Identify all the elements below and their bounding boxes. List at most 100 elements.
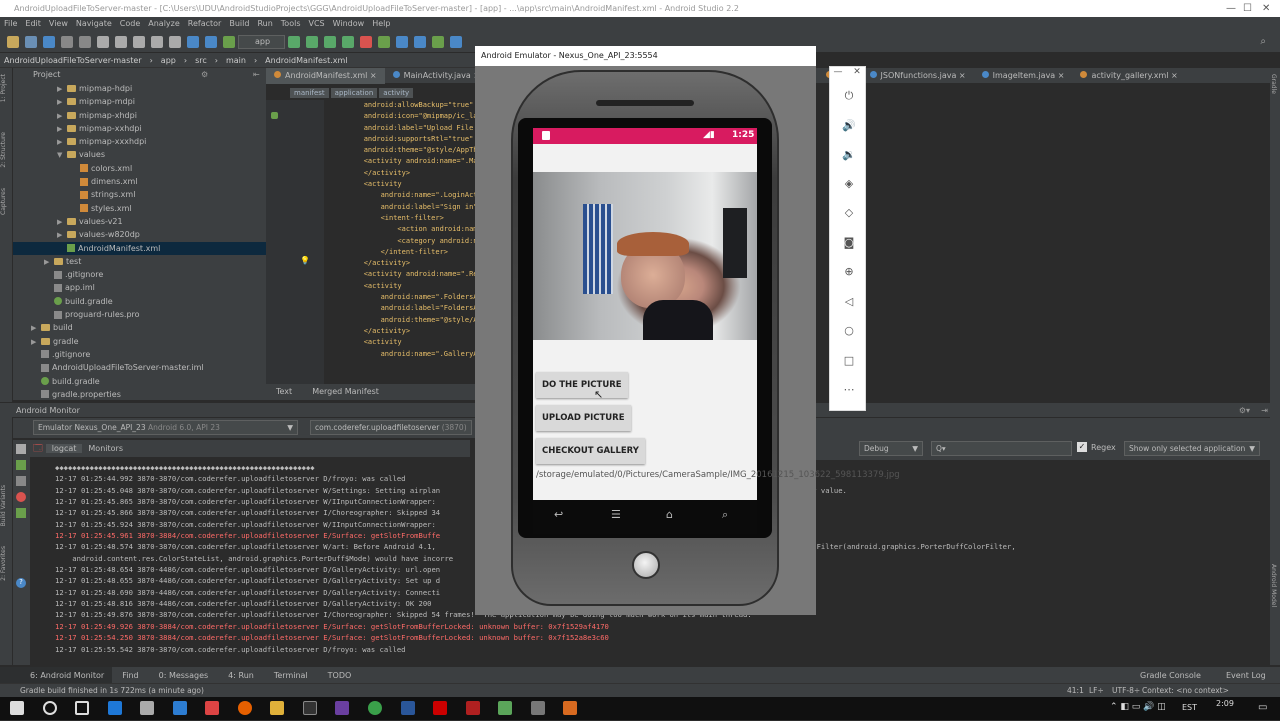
pdf-icon[interactable] — [433, 701, 448, 715]
tree-item[interactable]: ▶ mipmap-hdpi — [13, 82, 266, 95]
record-icon[interactable] — [16, 460, 26, 470]
tab-gradle-console[interactable]: Gradle Console — [1140, 671, 1201, 680]
word-icon[interactable] — [400, 701, 415, 715]
strip-tab-build-variants[interactable]: Build Variants — [0, 485, 7, 526]
tab-event-log[interactable]: Event Log — [1226, 671, 1266, 680]
close-tab-icon[interactable]: × — [367, 71, 377, 80]
power-icon[interactable]: ⏻ — [841, 89, 857, 103]
help-icon[interactable] — [450, 35, 463, 48]
overview-icon[interactable]: □ — [841, 354, 857, 367]
system-info-icon[interactable] — [16, 476, 26, 486]
logcat-filter-select[interactable]: Show only selected application ▼ — [1124, 441, 1260, 456]
tree-item[interactable]: proguard-rules.pro — [13, 308, 266, 321]
tree-item[interactable]: ▶ mipmap-xxhdpi — [13, 122, 266, 135]
zoom-icon[interactable]: ⊕ — [841, 265, 857, 278]
menu-item-navigate[interactable]: Navigate — [72, 17, 116, 31]
apply-changes-icon[interactable] — [342, 35, 355, 48]
strip-tab-captures[interactable]: Captures — [0, 188, 7, 215]
volume-up-icon[interactable]: 🔊 — [841, 119, 857, 132]
lightbulb-icon[interactable]: 💡 — [300, 256, 310, 265]
tree-item[interactable]: colors.xml — [13, 162, 266, 175]
start-icon[interactable] — [10, 701, 24, 715]
chrome-icon[interactable] — [368, 701, 383, 715]
logcat-search-input[interactable]: Q▾ — [931, 441, 1072, 456]
editor-tab[interactable]: ImageItem.java × — [974, 68, 1073, 84]
minimize-icon[interactable]: — — [1226, 0, 1236, 17]
close-icon[interactable]: ✕ — [849, 67, 865, 77]
strip-tab-structure[interactable]: 2: Structure — [0, 132, 7, 168]
breadcrumb-item[interactable]: AndroidUploadFileToServer-master — [0, 56, 146, 65]
context-indicator[interactable]: Context: <no context> — [1142, 684, 1229, 698]
expand-arrow-icon[interactable]: ▶ — [57, 136, 67, 149]
expand-arrow-icon[interactable]: ▶ — [31, 336, 41, 349]
device-select[interactable]: Emulator Nexus_One_API_23 Android 6.0, A… — [33, 420, 298, 435]
phone-trackball[interactable] — [632, 551, 660, 579]
tab-android-monitor[interactable]: 6: Android Monitor — [0, 666, 113, 684]
strip-tab-android-model[interactable]: Android Model — [1270, 564, 1277, 607]
line-separator[interactable]: LF÷ — [1089, 684, 1104, 698]
save-icon[interactable] — [25, 35, 37, 48]
tree-item[interactable]: ▶ mipmap-xhdpi — [13, 109, 266, 122]
menu-item-refactor[interactable]: Refactor — [184, 17, 226, 31]
terminal-icon[interactable] — [302, 701, 317, 715]
expand-arrow-icon[interactable]: ▶ — [57, 229, 67, 242]
more-icon[interactable]: ⋯ — [841, 383, 857, 396]
help-icon[interactable]: ? — [16, 578, 26, 588]
android-icon[interactable] — [271, 112, 278, 119]
tab-run[interactable]: 4: Run — [218, 671, 264, 680]
copy-icon[interactable] — [115, 35, 127, 48]
tab-monitors[interactable]: Monitors — [82, 444, 129, 453]
make-icon[interactable] — [223, 35, 235, 48]
tab-todo[interactable]: TODO — [318, 671, 362, 680]
editor-tab[interactable]: MainActivity.java × — [385, 68, 488, 84]
expand-arrow-icon[interactable]: ▶ — [31, 322, 41, 335]
breadcrumb-item[interactable]: main — [222, 56, 250, 65]
manifest-code[interactable]: android:allowBackup="true" android:icon=… — [330, 100, 475, 384]
expand-arrow-icon[interactable]: ▼ — [57, 149, 67, 162]
breadcrumb-item[interactable]: AndroidManifest.xml — [261, 56, 351, 65]
maximize-icon[interactable]: ☐ — [1243, 0, 1252, 17]
close-tab-icon[interactable]: × — [1168, 71, 1178, 80]
menu-item-help[interactable]: Help — [368, 17, 394, 31]
cut-icon[interactable] — [97, 35, 109, 48]
store-icon[interactable] — [140, 701, 155, 715]
keyboard-language[interactable]: EST — [1182, 703, 1197, 712]
run-config-select[interactable]: app — [238, 34, 286, 49]
layout-inspector-icon[interactable] — [16, 508, 26, 518]
tree-item[interactable]: gradle.properties — [13, 388, 266, 401]
sdk-manager-icon[interactable] — [414, 35, 427, 48]
sync-icon[interactable] — [43, 35, 55, 48]
editor-tab[interactable]: activity_gallery.xml × — [1072, 68, 1185, 84]
expand-arrow-icon[interactable]: ▶ — [57, 83, 67, 96]
menu-item-file[interactable]: File — [0, 17, 21, 31]
tree-item[interactable]: ▶ values-w820dp — [13, 228, 266, 241]
tab-find[interactable]: Find — [112, 671, 148, 680]
tree-item[interactable]: ▶ gradle — [13, 335, 266, 348]
expand-arrow-icon[interactable]: ▶ — [57, 123, 67, 136]
forward-icon[interactable] — [205, 35, 217, 48]
tab-text[interactable]: Text — [266, 384, 302, 400]
search-icon[interactable]: ⌕ — [722, 508, 728, 522]
breadcrumb-item[interactable]: app — [157, 56, 180, 65]
menu-item-view[interactable]: View — [45, 17, 72, 31]
replace-icon[interactable] — [169, 35, 181, 48]
tree-item[interactable]: styles.xml — [13, 202, 266, 215]
xml-crumb[interactable]: manifest — [290, 88, 329, 98]
firefox-icon[interactable] — [237, 701, 252, 715]
caret-position[interactable]: 41:1 — [1067, 684, 1084, 698]
close-icon[interactable]: ✕ — [1262, 0, 1270, 17]
hide-panel-icon[interactable]: ⇥ — [1261, 403, 1268, 418]
expand-arrow-icon[interactable]: ▶ — [57, 110, 67, 123]
tree-item[interactable]: build.gradle — [13, 375, 266, 388]
regex-checkbox[interactable]: ✓ — [1077, 442, 1087, 452]
tree-item[interactable]: AndroidUploadFileToServer-master.iml — [13, 361, 266, 374]
tab-messages[interactable]: 0: Messages — [149, 671, 219, 680]
tree-item[interactable]: ▶ mipmap-mdpi — [13, 95, 266, 108]
clock[interactable]: 2:09 — [1216, 699, 1234, 708]
tree-item[interactable]: AndroidManifest.xml — [13, 241, 266, 255]
tree-item[interactable]: ▶ test — [13, 255, 266, 268]
run-icon[interactable] — [288, 35, 301, 48]
rotate-right-icon[interactable]: ◇ — [841, 206, 857, 219]
expand-arrow-icon[interactable]: ▶ — [57, 216, 67, 229]
menu-item-build[interactable]: Build — [225, 17, 253, 31]
